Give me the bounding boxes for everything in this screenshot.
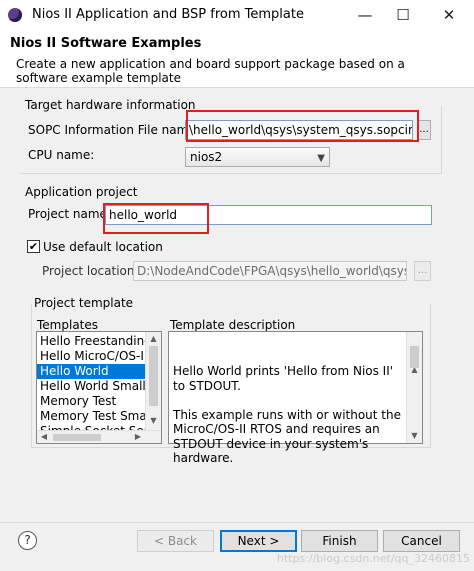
close-button[interactable]: ✕ <box>438 5 460 25</box>
template-list-item[interactable]: Memory Test <box>37 394 145 409</box>
templates-vertical-scrollbar[interactable]: ▲ ▼ <box>145 332 161 430</box>
use-default-location-label: Use default location <box>43 240 163 254</box>
template-description-text: Hello World prints 'Hello from Nios II' … <box>173 364 401 465</box>
project-location-field[interactable]: D:\NodeAndCode\FPGA\qsys\hello_world\qsy… <box>133 261 407 281</box>
project-name-label: Project name: <box>28 207 111 221</box>
minimize-button[interactable]: — <box>354 5 376 25</box>
maximize-button[interactable]: ☐ <box>392 5 414 25</box>
template-list-item[interactable]: Hello MicroC/OS-II <box>37 349 147 364</box>
description-scroll-thumb[interactable] <box>410 346 419 368</box>
templates-hscroll-thumb[interactable] <box>53 434 101 441</box>
cpu-name-label: CPU name: <box>28 148 95 162</box>
eclipse-app-icon <box>8 8 22 22</box>
template-list-item[interactable]: Memory Test Small <box>37 409 153 424</box>
use-default-location-checkbox[interactable]: ✔ <box>27 240 40 253</box>
watermark: https://blog.csdn.net/qq_32460815 <box>276 552 470 565</box>
cpu-name-dropdown[interactable]: nios2 ▼ <box>185 147 330 167</box>
scroll-up-arrow-icon[interactable]: ▲ <box>146 334 161 343</box>
scroll-right-arrow-icon[interactable]: ▶ <box>133 432 143 441</box>
project-location-label: Project location: <box>42 264 139 278</box>
description-vertical-scrollbar[interactable]: ▲ ▼ <box>406 332 422 443</box>
finish-button[interactable]: Finish <box>301 530 378 552</box>
scroll-down-arrow-icon[interactable]: ▼ <box>146 416 161 425</box>
application-project-section-title: Application project <box>25 185 138 199</box>
templates-label: Templates <box>37 318 99 332</box>
templates-list[interactable]: Hello Freestanding Hello MicroC/OS-II Hell… <box>36 331 162 444</box>
sopc-browse-button[interactable]: ... <box>417 120 431 140</box>
project-name-highlight-box <box>103 203 209 234</box>
project-location-browse-button[interactable]: ... <box>414 261 431 281</box>
templates-scroll-thumb[interactable] <box>149 346 158 406</box>
next-button[interactable]: Next > <box>220 530 297 552</box>
template-description-box: Hello World prints 'Hello from Nios II' … <box>168 331 423 465</box>
templates-horizontal-scrollbar[interactable]: ◀ ▶ <box>37 430 161 443</box>
wizard-title: Nios II Software Examples <box>10 36 202 51</box>
scroll-down-arrow-icon[interactable]: ▼ <box>407 429 422 444</box>
chevron-down-icon: ▼ <box>317 153 325 164</box>
help-icon[interactable]: ? <box>18 531 37 550</box>
window-title: Nios II Application and BSP from Templat… <box>32 7 304 22</box>
template-description-label: Template description <box>170 318 296 332</box>
back-button[interactable]: < Back <box>137 530 214 552</box>
sopc-highlight-box <box>186 110 419 142</box>
wizard-description: Create a new application and board suppo… <box>16 57 405 85</box>
scroll-left-arrow-icon[interactable]: ◀ <box>39 432 49 441</box>
cancel-button[interactable]: Cancel <box>383 530 460 552</box>
cpu-name-value: nios2 <box>190 150 223 164</box>
template-list-item[interactable]: Hello World <box>37 364 145 379</box>
template-list-item[interactable]: Hello Freestanding <box>37 334 152 349</box>
sopc-file-label: SOPC Information File name: <box>28 123 200 137</box>
template-list-item[interactable]: Hello World Small <box>37 379 146 394</box>
